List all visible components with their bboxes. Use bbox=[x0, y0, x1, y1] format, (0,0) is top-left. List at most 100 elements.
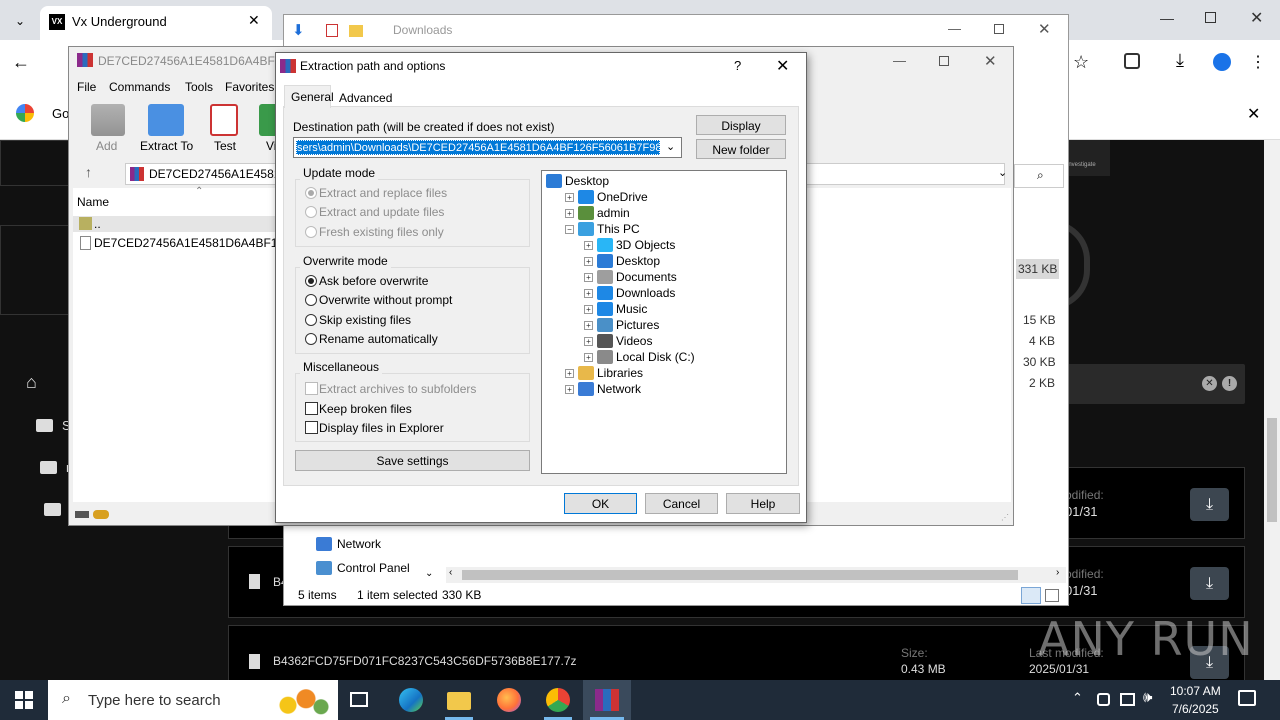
checkbox-extract-subfolders[interactable] bbox=[305, 382, 318, 395]
tree-item[interactable]: + Pictures bbox=[584, 317, 776, 333]
bookmark-label[interactable]: Go bbox=[52, 106, 69, 121]
minimize-icon[interactable]: — bbox=[893, 53, 906, 68]
expand-icon[interactable]: + bbox=[584, 353, 593, 362]
folder-tree[interactable]: Desktop + OneDrive + admin − This PC +3D Object… bbox=[541, 170, 787, 474]
up-icon[interactable]: ↑ bbox=[85, 164, 92, 180]
save-settings-button[interactable]: Save settings bbox=[295, 450, 530, 471]
tree-item[interactable]: − This PC bbox=[565, 221, 776, 237]
download-icon[interactable]: ⤓ bbox=[1176, 50, 1184, 71]
chevron-down-icon[interactable]: ⌄ bbox=[666, 140, 675, 153]
details-view-icon[interactable] bbox=[1021, 587, 1041, 604]
expand-icon[interactable]: − bbox=[565, 225, 574, 234]
network-tray-icon[interactable] bbox=[1120, 693, 1135, 706]
nav-item-control-panel[interactable]: Control Panel bbox=[337, 561, 410, 575]
menu-tools[interactable]: Tools bbox=[185, 80, 213, 94]
horizontal-scrollbar[interactable]: ‹ › bbox=[446, 567, 1066, 583]
minimize-icon[interactable]: — bbox=[1160, 10, 1174, 26]
chrome-menu-icon[interactable]: ⋮ bbox=[1250, 52, 1266, 72]
add-icon[interactable] bbox=[91, 104, 125, 136]
close-icon[interactable]: ✕ bbox=[984, 52, 997, 70]
checkbox-keep-broken[interactable] bbox=[305, 402, 318, 415]
expand-icon[interactable]: + bbox=[584, 289, 593, 298]
tree-item[interactable]: + Downloads bbox=[584, 285, 776, 301]
large-icons-view-icon[interactable] bbox=[1045, 589, 1059, 602]
new-folder-button[interactable]: New folder bbox=[696, 139, 786, 159]
tree-item[interactable]: + Music bbox=[584, 301, 776, 317]
maximize-icon[interactable] bbox=[939, 56, 949, 66]
tree-item[interactable]: + Desktop bbox=[584, 253, 776, 269]
radio-extract-replace[interactable] bbox=[305, 187, 317, 199]
list-item[interactable]: DE7CED27456A1E4581D6A4BF126F bbox=[94, 236, 278, 250]
scrollbar-thumb[interactable] bbox=[462, 570, 1018, 580]
edge-icon[interactable] bbox=[399, 688, 423, 712]
help-button[interactable]: Help bbox=[726, 493, 800, 514]
tray-app-icon[interactable] bbox=[1097, 693, 1110, 706]
start-icon[interactable] bbox=[15, 691, 33, 709]
tree-item[interactable]: + OneDrive bbox=[565, 189, 776, 205]
close-icon[interactable]: ✕ bbox=[1038, 20, 1051, 38]
toolbar-test[interactable]: Test bbox=[214, 139, 236, 153]
clock-time[interactable]: 10:07 AM bbox=[1170, 684, 1221, 698]
radio-skip-existing[interactable] bbox=[305, 314, 317, 326]
help-icon[interactable]: ? bbox=[734, 58, 741, 73]
destination-combobox[interactable]: sers\admin\Downloads\DE7CED27456A1E4581D… bbox=[293, 137, 682, 158]
home-icon[interactable]: ⌂ bbox=[26, 372, 37, 393]
task-view-icon[interactable] bbox=[350, 692, 368, 707]
notifications-icon[interactable] bbox=[1238, 690, 1256, 706]
radio-rename-automatically[interactable] bbox=[305, 333, 317, 345]
radio-ask-before-overwrite[interactable] bbox=[305, 275, 317, 287]
scrollbar-thumb[interactable] bbox=[1267, 418, 1277, 522]
tree-item[interactable]: Desktop bbox=[546, 173, 776, 189]
scroll-left-icon[interactable]: ‹ bbox=[449, 567, 452, 578]
radio-extract-update[interactable] bbox=[305, 206, 317, 218]
chrome-taskbar-icon[interactable] bbox=[546, 688, 570, 712]
tree-item[interactable]: +3D Objects bbox=[584, 237, 776, 253]
clear-icon[interactable]: ✕ bbox=[1202, 376, 1217, 391]
close-icon[interactable]: ✕ bbox=[776, 56, 789, 76]
tree-item[interactable]: + Network bbox=[565, 381, 776, 397]
cancel-button[interactable]: Cancel bbox=[645, 493, 718, 514]
menu-file[interactable]: File bbox=[77, 80, 96, 94]
menu-favorites[interactable]: Favorites bbox=[225, 80, 274, 94]
expand-icon[interactable]: + bbox=[565, 369, 574, 378]
firefox-icon[interactable] bbox=[497, 688, 521, 712]
tab-close-icon[interactable]: ✕ bbox=[248, 12, 260, 29]
test-icon[interactable] bbox=[210, 104, 238, 136]
expand-icon[interactable]: + bbox=[565, 209, 574, 218]
tree-item[interactable]: + admin bbox=[565, 205, 776, 221]
expand-icon[interactable]: + bbox=[584, 305, 593, 314]
toolbar-add[interactable]: Add bbox=[96, 139, 117, 153]
view-icon[interactable] bbox=[259, 104, 275, 136]
toolbar-extract-to[interactable]: Extract To bbox=[140, 139, 193, 153]
taskbar-search[interactable]: ⌕ Type here to search bbox=[48, 680, 338, 720]
restore-icon[interactable] bbox=[1205, 12, 1216, 23]
maximize-icon[interactable] bbox=[994, 24, 1004, 34]
quick-access-download-icon[interactable]: ⬇ bbox=[292, 21, 305, 39]
expand-icon[interactable]: + bbox=[584, 257, 593, 266]
tray-chevron-icon[interactable]: ⌃ bbox=[1072, 690, 1083, 706]
properties-icon[interactable] bbox=[326, 24, 338, 37]
expand-icon[interactable]: + bbox=[584, 337, 593, 346]
display-button[interactable]: Display bbox=[696, 115, 786, 135]
menu-commands[interactable]: Commands bbox=[109, 80, 170, 94]
tab-general[interactable]: General bbox=[284, 85, 334, 108]
expand-icon[interactable]: + bbox=[584, 273, 593, 282]
back-icon[interactable]: ← bbox=[12, 52, 30, 73]
resize-grip-icon[interactable]: ⋰ bbox=[1001, 513, 1009, 522]
download-button[interactable]: ⤓ bbox=[1190, 567, 1229, 600]
column-name[interactable]: Name bbox=[77, 195, 109, 209]
checkbox-display-in-explorer[interactable] bbox=[305, 421, 318, 434]
minimize-icon[interactable]: — bbox=[948, 21, 961, 36]
star-icon[interactable]: ☆ bbox=[1073, 52, 1089, 73]
tab-search-button[interactable]: ⌄ bbox=[8, 10, 32, 32]
clock-date[interactable]: 7/6/2025 bbox=[1172, 702, 1219, 716]
list-row-selected[interactable] bbox=[73, 216, 277, 232]
tree-item[interactable]: + Local Disk (C:) bbox=[584, 349, 776, 365]
ok-button[interactable]: OK bbox=[564, 493, 637, 514]
refresh-field[interactable]: ⌕ bbox=[1014, 164, 1064, 188]
tree-item[interactable]: + Libraries bbox=[565, 365, 776, 381]
scroll-right-icon[interactable]: › bbox=[1056, 567, 1059, 578]
expand-icon[interactable]: + bbox=[565, 385, 574, 394]
folder-icon[interactable] bbox=[40, 461, 57, 474]
nav-scroll-down-icon[interactable]: ⌄ bbox=[425, 568, 433, 579]
